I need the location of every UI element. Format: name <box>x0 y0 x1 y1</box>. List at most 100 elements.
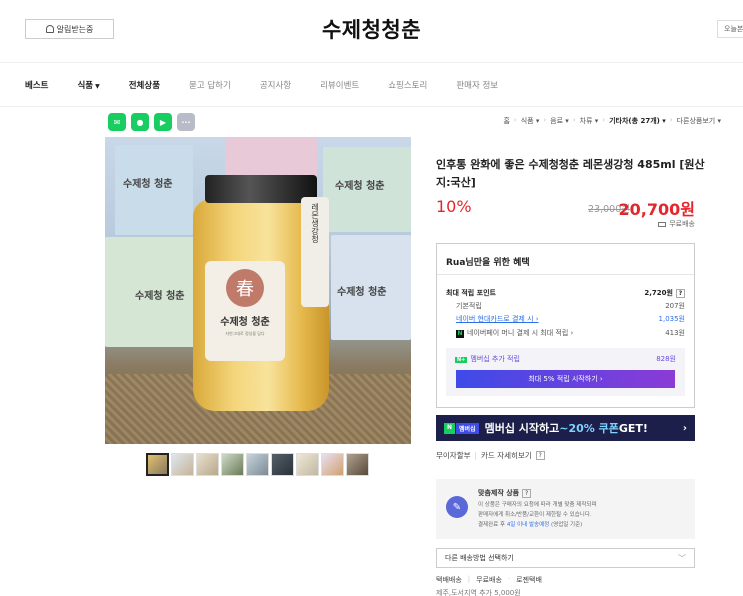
breadcrumb-drink[interactable]: 음료 ▾ <box>550 116 569 126</box>
kakaostory-icon[interactable]: ● <box>131 113 149 131</box>
divider: | <box>467 575 471 583</box>
custom-line-2: 판매자에게 취소/반품/교환이 제한될 수 있습니다. <box>478 512 592 518</box>
custom-line-3-suffix: (영업일 기준) <box>549 522 583 528</box>
brand-title[interactable]: 수제청청춘 <box>0 14 743 44</box>
npay-points-link[interactable]: N 네이버페이 머니 결제 시 최대 적립 › <box>456 328 573 338</box>
share-icons: ✉ ● ▶ ··· <box>108 113 195 131</box>
custom-line-3: 결제완료 후 4일 이내 발송예정 (영업일 기준) <box>478 520 582 528</box>
thumbnail[interactable] <box>271 453 294 476</box>
line-icon[interactable]: ✉ <box>108 113 126 131</box>
breadcrumb-sep: › <box>669 116 673 124</box>
interest-free-label: 무이자할부 <box>436 451 471 460</box>
banner-text-accent: ~20% 쿠폰 <box>559 422 619 435</box>
card-detail-link[interactable]: 카드 자세히보기 <box>481 450 532 461</box>
max-points-row: 최대 적립 포인트 2,720원? <box>446 288 685 298</box>
nav-shopping-story[interactable]: 쇼핑스토리 <box>388 79 427 91</box>
gift-box: 수제청 청춘 <box>331 235 411 340</box>
max-points-value: 2,720원 <box>644 289 673 297</box>
membership-banner[interactable]: N 멤버십 멤버십 시작하고 ~20% 쿠폰 GET! › <box>436 415 695 441</box>
thumbnail[interactable] <box>146 453 169 476</box>
sale-price: 20,700원 <box>618 200 695 219</box>
gift-box: 수제청 청춘 <box>115 145 193 235</box>
thumbnail[interactable] <box>221 453 244 476</box>
divider: | <box>474 451 478 460</box>
basic-points-label: 기본적립 <box>456 302 482 310</box>
breadcrumb-food[interactable]: 식품 ▾ <box>521 116 540 126</box>
breadcrumb-tea-label: 차류 <box>579 117 593 125</box>
custom-line-3-prefix: 결제완료 후 <box>478 522 507 528</box>
card-points-label: 네이버 현대카드로 결제 시 <box>456 315 534 323</box>
breadcrumb-home[interactable]: 홈 <box>503 116 509 126</box>
membership-label-group: N+ 멤버십 추가 적립 <box>455 354 520 364</box>
nav-food-label: 식품 <box>77 80 94 91</box>
nav-notice[interactable]: 공지사항 <box>260 79 291 91</box>
custom-line-3-highlight: 4일 이내 발송예정 <box>506 522 550 528</box>
membership-badges: N 멤버십 <box>444 422 479 434</box>
membership-label: 멤버십 추가 적립 <box>470 355 520 363</box>
breadcrumb-other-products[interactable]: 다른상품보기 ▾ <box>677 116 721 126</box>
today-viewed-button[interactable]: 오늘본 <box>717 20 743 38</box>
custom-line-1: 이 상품은 구매자의 요청에 따라 개별 맞춤 제작되며 <box>478 502 597 508</box>
breadcrumb-other-products-label: 다른상품보기 <box>676 117 716 125</box>
jar-label-title: 수제청 청춘 <box>220 317 270 328</box>
discount-rate: 10% <box>436 197 472 216</box>
product-main-image[interactable]: 수제청 청춘 수제청 청춘 수제청 청춘 수제청 청춘 레몬생강청 春 수제청 … <box>105 137 411 444</box>
thumbnail[interactable] <box>196 453 219 476</box>
thumbnail[interactable] <box>246 453 269 476</box>
npay-points-label: 네이버페이 머니 결제 시 최대 적립 <box>467 329 569 337</box>
nav-all-products[interactable]: 전체상품 <box>129 79 160 91</box>
breadcrumb-other-tea[interactable]: 기타차(총 27개) ▾ <box>609 116 666 126</box>
jar-tag: 레몬생강청 <box>301 197 329 307</box>
interest-free-row: 무이자할부 | 카드 자세히보기 ? <box>436 450 545 461</box>
shipping-method: 택배배송 <box>436 576 462 584</box>
box-text: 수제청 청춘 <box>123 179 173 190</box>
thumbnail[interactable] <box>296 453 319 476</box>
thumbnail-strip <box>146 453 369 476</box>
breadcrumb-sep: › <box>513 116 517 124</box>
basic-points-row: 기본적립 207원 <box>446 301 685 311</box>
breadcrumb-food-label: 식품 <box>520 117 534 125</box>
gift-box: 수제청 청춘 <box>323 147 411 232</box>
divider: · <box>507 575 511 583</box>
help-icon[interactable]: ? <box>522 488 532 498</box>
breadcrumb-sep: › <box>572 116 576 124</box>
seal-logo: 春 <box>226 269 264 307</box>
band-icon[interactable]: ▶ <box>154 113 172 131</box>
more-icon[interactable]: ··· <box>177 113 195 131</box>
basic-points-value: 207원 <box>665 302 685 310</box>
help-icon[interactable]: ? <box>535 451 545 460</box>
thumbnail[interactable] <box>321 453 344 476</box>
shipping-method-select[interactable]: 다른 배송방법 선택하기 ﹀ <box>436 548 695 568</box>
breadcrumb: 홈 › 식품 ▾ › 음료 ▾ › 차류 ▾ › 기타차(총 27개) ▾ › 다른상품보… <box>503 116 721 126</box>
naver-badge: N <box>444 422 456 434</box>
shipping-info: 택배배송 | 무료배송 · 로젠택배 <box>436 575 542 585</box>
card-points-value: 1,035원 <box>658 315 685 323</box>
thumbnail[interactable] <box>171 453 194 476</box>
max-points-label: 최대 적립 포인트 <box>446 289 496 297</box>
npay-points-row: N 네이버페이 머니 결제 시 최대 적립 › 413원 <box>446 328 685 338</box>
membership-start-button[interactable]: 최대 5% 적립 시작하기 › <box>456 370 675 388</box>
free-shipping: 무료배송 <box>658 219 695 229</box>
jar-label-sub: 자연그대로 정성을 담다 <box>225 331 265 336</box>
honey-jar: 레몬생강청 春 수제청 청춘 자연그대로 정성을 담다 <box>193 175 329 415</box>
nav-review-event[interactable]: 리뷰이벤트 <box>320 79 359 91</box>
nav-best[interactable]: 베스트 <box>25 79 48 91</box>
gift-box: 수제청 청춘 <box>105 237 195 347</box>
breadcrumb-other-tea-label: 기타차(총 27개) <box>609 117 660 125</box>
card-points-link[interactable]: 네이버 현대카드로 결제 시 › <box>456 314 539 324</box>
nav-food[interactable]: 식품 ▼ <box>77 79 99 91</box>
breadcrumb-tea[interactable]: 차류 ▾ <box>580 116 599 126</box>
breadcrumb-drink-label: 음료 <box>550 117 564 125</box>
free-shipping-label: 무료배송 <box>669 220 695 228</box>
thumbnail[interactable] <box>346 453 369 476</box>
breadcrumb-sep: › <box>602 116 606 124</box>
nav-seller-info[interactable]: 판매자 정보 <box>456 79 498 91</box>
banner-text-after: GET! <box>618 421 648 435</box>
membership-tag-icon: N+ <box>455 357 468 363</box>
help-icon[interactable]: ? <box>676 289 685 298</box>
gift-box <box>225 137 317 177</box>
custom-title-row: 맞춤제작 상품 ? <box>478 488 532 498</box>
nav-qna[interactable]: 묻고 답하기 <box>189 79 231 91</box>
benefit-header: Rua님만을 위한 혜택 <box>437 244 694 275</box>
jar-label: 春 수제청 청춘 자연그대로 정성을 담다 <box>205 261 285 361</box>
